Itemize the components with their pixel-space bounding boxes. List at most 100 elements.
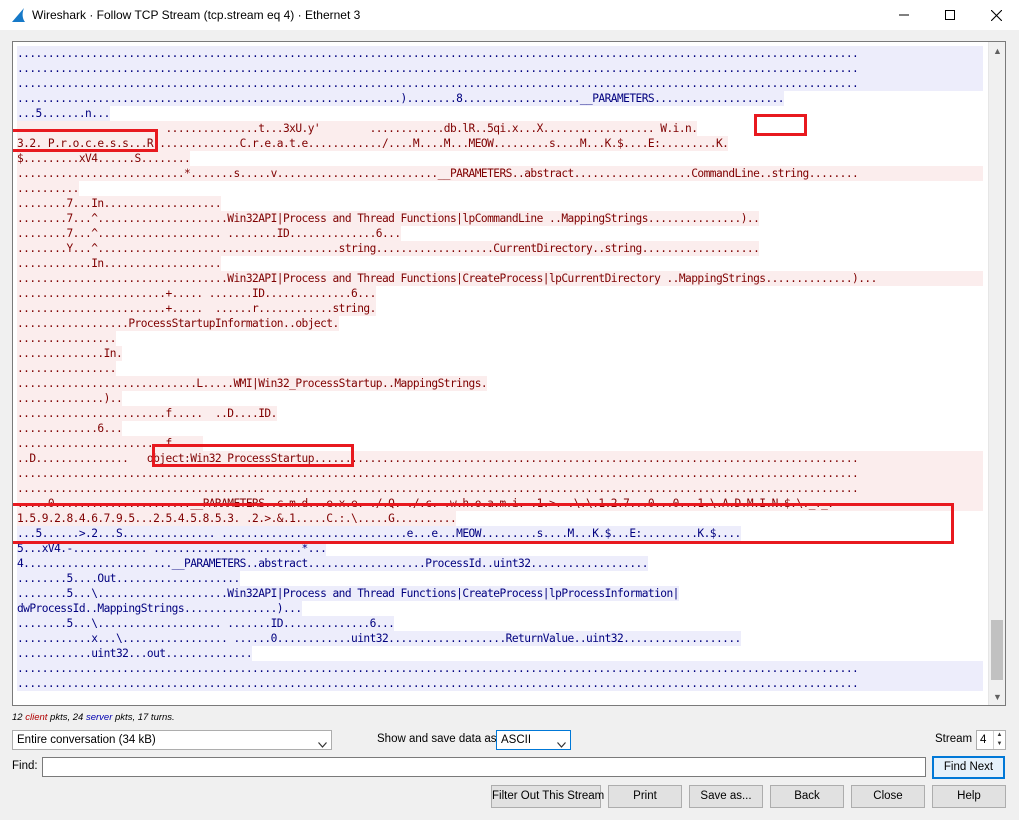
close-dialog-button[interactable]: Close: [851, 785, 925, 808]
vertical-scrollbar[interactable]: ▲ ▼: [988, 42, 1005, 705]
print-button[interactable]: Print: [608, 785, 682, 808]
highlight-box-command: [13, 503, 954, 544]
server-stream-line: ...5.......n...: [17, 106, 987, 121]
client-stream-line: ........................f..... ..D....ID…: [17, 406, 987, 421]
client-stream-line: ........................+..... ......r..…: [17, 301, 987, 316]
stream-line-text: ............x...\................. .....…: [17, 631, 741, 646]
wireshark-fin-icon: [10, 7, 26, 23]
stream-line-text: ........................................…: [17, 91, 785, 106]
find-input[interactable]: [42, 757, 926, 777]
highlight-box-win: [754, 114, 807, 136]
stream-line-text: ........5...\.................... ......…: [17, 616, 395, 631]
stream-line-text: ........................+..... ......r..…: [17, 301, 376, 316]
title-bar: Wireshark · Follow TCP Stream (tcp.strea…: [0, 0, 1019, 30]
maximize-button[interactable]: [927, 0, 973, 30]
stream-line-text: ........7...^.....................Win32A…: [17, 211, 760, 226]
client-stream-line: ..................ProcessStartupInformat…: [17, 316, 987, 331]
client-stream-line: ............In...................: [17, 256, 987, 271]
client-stream-line: ........7...In...................: [17, 196, 987, 211]
minimize-icon: [899, 14, 909, 16]
stream-line-text: ........................................…: [17, 661, 983, 676]
client-label: client: [25, 712, 48, 723]
stream-line-text: 4........................__PARAMETERS..a…: [17, 556, 648, 571]
format-select-value: ASCII: [501, 734, 532, 746]
server-stream-line: ........................................…: [17, 61, 987, 76]
client-stream-line: .............6...: [17, 421, 987, 436]
format-select[interactable]: ASCII: [496, 730, 571, 750]
stream-line-text: ..............In.: [17, 346, 123, 361]
client-stream-line: ...........................*.......s....…: [17, 166, 987, 181]
server-stream-line: ........................................…: [17, 91, 987, 106]
spin-up-icon[interactable]: ▲: [994, 731, 1005, 740]
stream-line-text: ........................................…: [17, 466, 983, 481]
scrollbar-thumb[interactable]: [991, 620, 1003, 680]
stats-tail: pkts, 17 turns.: [115, 712, 175, 723]
highlight-box-object: [152, 444, 354, 467]
stream-line-text: $.........xV4......S........: [17, 151, 191, 166]
client-stream-line: .................. ...............t...3x…: [17, 121, 987, 136]
server-stream-line: ............x...\................. .....…: [17, 631, 987, 646]
stream-line-text: ..........: [17, 181, 79, 196]
client-stream-line: ................: [17, 331, 987, 346]
server-stream-line: ........................................…: [17, 661, 987, 676]
stream-line-text: ........................................…: [17, 481, 983, 496]
client-stream-line: ..............)..: [17, 391, 987, 406]
stream-line-text: .............6...: [17, 421, 123, 436]
maximize-icon: [945, 10, 955, 20]
close-button[interactable]: [973, 0, 1019, 30]
stream-content-pane[interactable]: ........................................…: [12, 41, 1006, 706]
client-stream-line: ................: [17, 361, 987, 376]
stream-line-text: ........................................…: [17, 61, 983, 76]
stream-line-text: ........................................…: [17, 676, 983, 691]
client-stream-line: ........................................…: [17, 481, 987, 496]
server-stream-line: ............uint32...out..............: [17, 646, 987, 661]
client-packet-count: 12: [12, 712, 23, 723]
stream-line-text: ...........................*.......s....…: [17, 166, 983, 181]
stream-line-text: ...5.......n...: [17, 106, 110, 121]
stream-line-text: ........................................…: [17, 76, 983, 91]
stream-line-text: ........................................…: [17, 46, 983, 61]
stream-line-text: ................: [17, 361, 117, 376]
client-stream-line: ........7...^.....................Win32A…: [17, 211, 987, 226]
server-label: server: [85, 712, 113, 723]
save-as-button[interactable]: Save as...: [689, 785, 763, 808]
scroll-down-icon[interactable]: ▼: [989, 688, 1005, 705]
client-stream-line: .............................L.....WMI|W…: [17, 376, 987, 391]
server-packet-count: 24: [72, 712, 84, 723]
stream-line-text: .............................L.....WMI|W…: [17, 376, 488, 391]
stream-line-text: ............uint32...out..............: [17, 646, 253, 661]
stream-line-text: dwProcessId..MappingStrings.............…: [17, 601, 302, 616]
server-stream-line: 4........................__PARAMETERS..a…: [17, 556, 987, 571]
server-stream-line: dwProcessId..MappingStrings.............…: [17, 601, 987, 616]
stream-line-text: ........Y...^...........................…: [17, 241, 760, 256]
conversation-select-value: Entire conversation (34 kB): [17, 734, 156, 746]
scroll-up-icon[interactable]: ▲: [989, 42, 1005, 59]
stream-lines: ........................................…: [17, 46, 987, 691]
stream-number-spinbox[interactable]: 4 ▲ ▼: [976, 730, 1006, 750]
chevron-down-icon: [318, 736, 327, 754]
show-save-label: Show and save data as: [377, 733, 497, 745]
stream-line-text: ........5....Out....................: [17, 571, 240, 586]
conversation-select[interactable]: Entire conversation (34 kB): [12, 730, 332, 750]
server-stream-line: ........................................…: [17, 676, 987, 691]
client-stream-line: 3.2._P.r.o.c.e.s.s...R..............C.r.…: [17, 136, 987, 151]
minimize-button[interactable]: [881, 0, 927, 30]
find-next-button[interactable]: Find Next: [932, 756, 1005, 779]
help-button[interactable]: Help: [932, 785, 1006, 808]
stream-line-text: ..................................Win32A…: [17, 271, 983, 286]
stats-middle: pkts,: [50, 712, 71, 723]
stream-line-text: ..................ProcessStartupInformat…: [17, 316, 339, 331]
stream-line-text: ........7...In...................: [17, 196, 222, 211]
server-stream-line: ........5...\.....................Win32A…: [17, 586, 987, 601]
stream-line-text: ........5...\.....................Win32A…: [17, 586, 679, 601]
filter-out-stream-button[interactable]: Filter Out This Stream: [491, 785, 604, 808]
chevron-down-icon: [557, 736, 566, 754]
stream-label: Stream: [935, 733, 973, 745]
back-button[interactable]: Back: [770, 785, 844, 808]
stream-line-text: ........7...^.................... ......…: [17, 226, 401, 241]
spin-down-icon[interactable]: ▼: [994, 740, 1005, 749]
client-stream-line: $.........xV4......S........: [17, 151, 987, 166]
packet-stats: 12 client pkts, 24 server pkts, 17 turns…: [12, 712, 175, 723]
find-label: Find:: [12, 760, 38, 772]
client-stream-line: ........................+..... .......ID…: [17, 286, 987, 301]
